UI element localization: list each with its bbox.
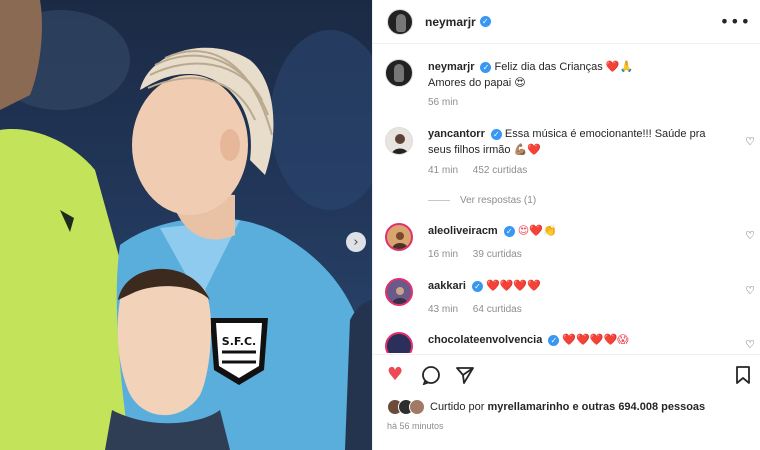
heart-icon[interactable]: ♥ xyxy=(387,365,407,385)
comment-emoji: ❤️❤️❤️❤️ xyxy=(486,279,541,292)
comment-emoji: ❤️❤️❤️❤️😱 xyxy=(562,333,629,346)
avatar[interactable] xyxy=(385,59,413,87)
comment-time: 41 min xyxy=(428,165,459,176)
caption-time: 56 min xyxy=(428,97,470,108)
comment-likes[interactable]: 64 curtidas xyxy=(473,304,522,315)
caption-time-label: 56 min xyxy=(428,97,459,108)
avatar[interactable] xyxy=(385,223,413,251)
avatar[interactable] xyxy=(387,8,413,35)
liked-by-prefix: Curtido por xyxy=(430,401,485,413)
caption-line1-emoji: ❤️🙏 xyxy=(605,60,634,73)
avatar xyxy=(409,399,425,415)
comment-username[interactable]: yancantorr xyxy=(428,128,485,140)
post-photo[interactable]: S.F.C. › xyxy=(0,0,372,450)
action-icons: ♥ xyxy=(387,365,475,386)
post-side-panel: neymarjr ✓ ••• neymarjr ✓ Feliz dia das C… xyxy=(372,0,760,450)
verified-badge-icon: ✓ xyxy=(480,61,492,73)
comment-emoji: 😍❤️👏 xyxy=(517,224,557,237)
heart-icon[interactable]: ♡ xyxy=(745,229,755,242)
chevron-right-icon[interactable]: › xyxy=(346,232,366,252)
comment-icon[interactable] xyxy=(421,365,441,386)
comment-time: 43 min xyxy=(428,304,459,315)
comment-text: aakkari ✓ ❤️❤️❤️❤️ xyxy=(428,278,728,294)
caption-line1: Feliz dia das Crianças xyxy=(494,61,603,73)
comment-emoji: 💪🏽❤️ xyxy=(513,143,542,156)
share-icon[interactable] xyxy=(455,365,475,385)
instagram-post: S.F.C. › neymarjr ✓ ••• neymarjr ✓ Feliz … xyxy=(0,0,760,450)
comment-likes[interactable]: 39 curtidas xyxy=(473,249,522,260)
caption-username[interactable]: neymarjr xyxy=(428,61,474,73)
post-time-ago: há 56 minutos xyxy=(387,421,444,431)
comment-time: 16 min xyxy=(428,249,459,260)
view-replies-link[interactable]: Ver respostas (1) xyxy=(428,195,536,206)
heart-icon[interactable]: ♡ xyxy=(745,135,755,148)
liked-by-text: Curtido por myrellamarinho e outras 694.… xyxy=(430,401,705,413)
comment-text: aleoliveiracm ✓ 😍❤️👏 xyxy=(428,223,728,239)
bookmark-icon[interactable] xyxy=(735,365,751,390)
caption-line2: Amores do papai xyxy=(428,77,512,89)
avatar[interactable] xyxy=(385,332,413,353)
comment-text: chocolateenvolvencia ✓ ❤️❤️❤️❤️😱 xyxy=(428,332,728,348)
photo-illustration: S.F.C. xyxy=(0,0,372,450)
avatar[interactable] xyxy=(385,278,413,306)
post-header: neymarjr ✓ ••• xyxy=(373,0,760,44)
liked-by-user[interactable]: myrellamarinho xyxy=(487,401,569,413)
comments-list: neymarjr ✓ Feliz dia das Crianças ❤️🙏 Amo… xyxy=(373,45,760,353)
liked-by: Curtido por myrellamarinho e outras 694.… xyxy=(387,399,705,415)
comment-text: yancantorr ✓ Essa música é emocionante!!!… xyxy=(428,127,728,158)
svg-text:S.F.C.: S.F.C. xyxy=(222,335,256,348)
more-options-icon[interactable]: ••• xyxy=(720,12,751,31)
heart-icon[interactable]: ♡ xyxy=(745,284,755,297)
avatar[interactable] xyxy=(385,127,413,155)
comment-meta: 16 min 39 curtidas xyxy=(428,249,534,260)
post-actions: ♥ Curtido por myrellamarinho e outras 69… xyxy=(373,354,760,450)
comment-likes[interactable]: 452 curtidas xyxy=(473,165,527,176)
comment-username[interactable]: aakkari xyxy=(428,280,466,292)
verified-badge-icon: ✓ xyxy=(471,280,483,292)
verified-badge-icon: ✓ xyxy=(479,16,491,27)
verified-badge-icon: ✓ xyxy=(490,128,502,140)
heart-icon[interactable]: ♡ xyxy=(745,338,755,351)
comment-meta: 41 min 452 curtidas xyxy=(428,165,539,176)
comment-username[interactable]: chocolateenvolvencia xyxy=(428,334,542,346)
caption-line2-emoji: 😍 xyxy=(514,76,526,89)
liked-by-suffix[interactable]: e outras 694.008 pessoas xyxy=(572,401,705,413)
verified-badge-icon: ✓ xyxy=(503,225,515,237)
caption-text: neymarjr ✓ Feliz dia das Crianças ❤️🙏 Amo… xyxy=(428,59,728,91)
comment-username[interactable]: aleoliveiracm xyxy=(428,225,498,237)
verified-badge-icon: ✓ xyxy=(548,334,560,346)
comment-meta: 43 min 64 curtidas xyxy=(428,304,534,315)
header-username[interactable]: neymarjr xyxy=(425,15,476,29)
